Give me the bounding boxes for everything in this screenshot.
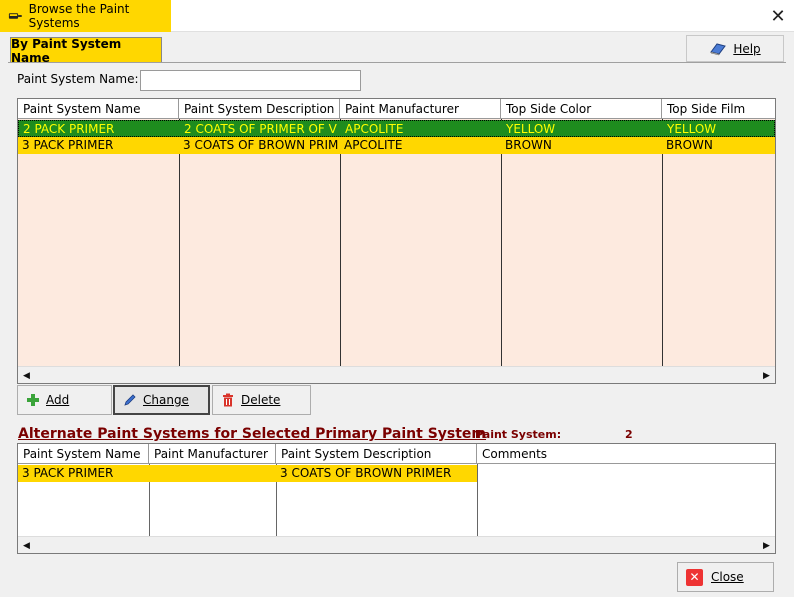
paint-system-value: 2 [625,428,633,441]
column-divider [340,119,341,367]
change-label: Change [143,393,189,407]
search-label: Paint System Name: [17,72,139,86]
close-button[interactable]: ✕ Close [677,562,774,592]
window-close-icon[interactable]: ✕ [762,0,794,32]
delete-button[interactable]: Delete [212,385,311,415]
cell-top-side-color: BROWN [505,138,552,152]
column-divider [662,119,663,367]
column-divider [179,119,180,367]
scroll-left-icon[interactable]: ◀ [18,367,35,383]
column-header-top-side-film[interactable]: Top Side Film [662,99,775,119]
trash-icon [223,393,233,407]
horizontal-scrollbar[interactable]: ◀ ▶ [18,366,775,383]
column-header-paint-system-description[interactable]: Paint System Description [179,99,340,119]
cell-paint-system-name: 3 PACK PRIMER [22,466,114,480]
cell-paint-manufacturer: APCOLITE [345,122,404,136]
horizontal-scrollbar[interactable]: ◀ ▶ [18,536,775,553]
help-button[interactable]: Help [686,35,784,62]
change-button[interactable]: Change [113,385,210,415]
cell-paint-system-description: 3 COATS OF BROWN PRIMER [280,466,452,480]
column-divider [477,464,478,537]
cell-paint-system-name: 3 PACK PRIMER [22,138,114,152]
paint-system-label: Paint System: [475,428,562,441]
scroll-right-icon[interactable]: ▶ [758,367,775,383]
window-title: Browse the Paint Systems [28,2,130,30]
column-header-paint-system-name[interactable]: Paint System Name [18,444,149,464]
column-divider [501,119,502,367]
add-label: Add [46,393,70,407]
cell-top-side-color: YELLOW [506,122,556,136]
tab-by-paint-system-name[interactable]: By Paint System Name [10,37,162,65]
column-header-top-side-color[interactable]: Top Side Color [501,99,662,119]
paint-systems-grid[interactable]: Paint System Name Paint System Descripti… [17,98,776,384]
scroll-right-icon[interactable]: ▶ [758,537,775,553]
column-header-paint-manufacturer[interactable]: Paint Manufacturer [149,444,276,464]
column-header-paint-manufacturer[interactable]: Paint Manufacturer [340,99,501,119]
cell-paint-system-description: 2 COATS OF PRIMER OF V [184,122,337,136]
cell-paint-manufacturer [149,465,276,482]
pencil-icon [124,394,136,406]
column-header-comments[interactable]: Comments [477,444,775,464]
cell-top-side-film: YELLOW [667,122,717,136]
paint-system-name-input[interactable] [140,70,361,91]
scroll-left-icon[interactable]: ◀ [18,537,35,553]
cell-paint-manufacturer: APCOLITE [344,138,403,152]
cell-paint-system-name: 2 PACK PRIMER [23,122,115,136]
delete-label: Delete [241,393,281,407]
red-x-icon: ✕ [686,568,703,586]
tab-panel-divider [8,62,786,63]
alternate-paint-systems-grid[interactable]: Paint System Name Paint Manufacturer Pai… [17,443,776,554]
plus-icon [27,394,39,406]
close-label: Close [711,570,744,584]
cell-top-side-film: BROWN [666,138,713,152]
column-header-paint-system-description[interactable]: Paint System Description [276,444,477,464]
paint-brush-icon [8,13,22,19]
add-button[interactable]: Add [17,385,112,415]
column-header-paint-system-name[interactable]: Paint System Name [18,99,179,119]
cell-paint-system-description: 3 COATS OF BROWN PRIM [183,138,339,152]
window-title-area: Browse the Paint Systems [0,0,171,32]
book-icon [710,42,727,55]
alternate-section-title: Alternate Paint Systems for Selected Pri… [18,426,487,442]
help-label: Help [733,41,761,56]
table-row-selected[interactable]: 2 PACK PRIMER 2 COATS OF PRIMER OF V APC… [18,120,775,137]
table-row[interactable]: 3 PACK PRIMER 3 COATS OF BROWN PRIMER [18,465,477,482]
table-row[interactable]: 3 PACK PRIMER 3 COATS OF BROWN PRIM APCO… [18,137,775,154]
